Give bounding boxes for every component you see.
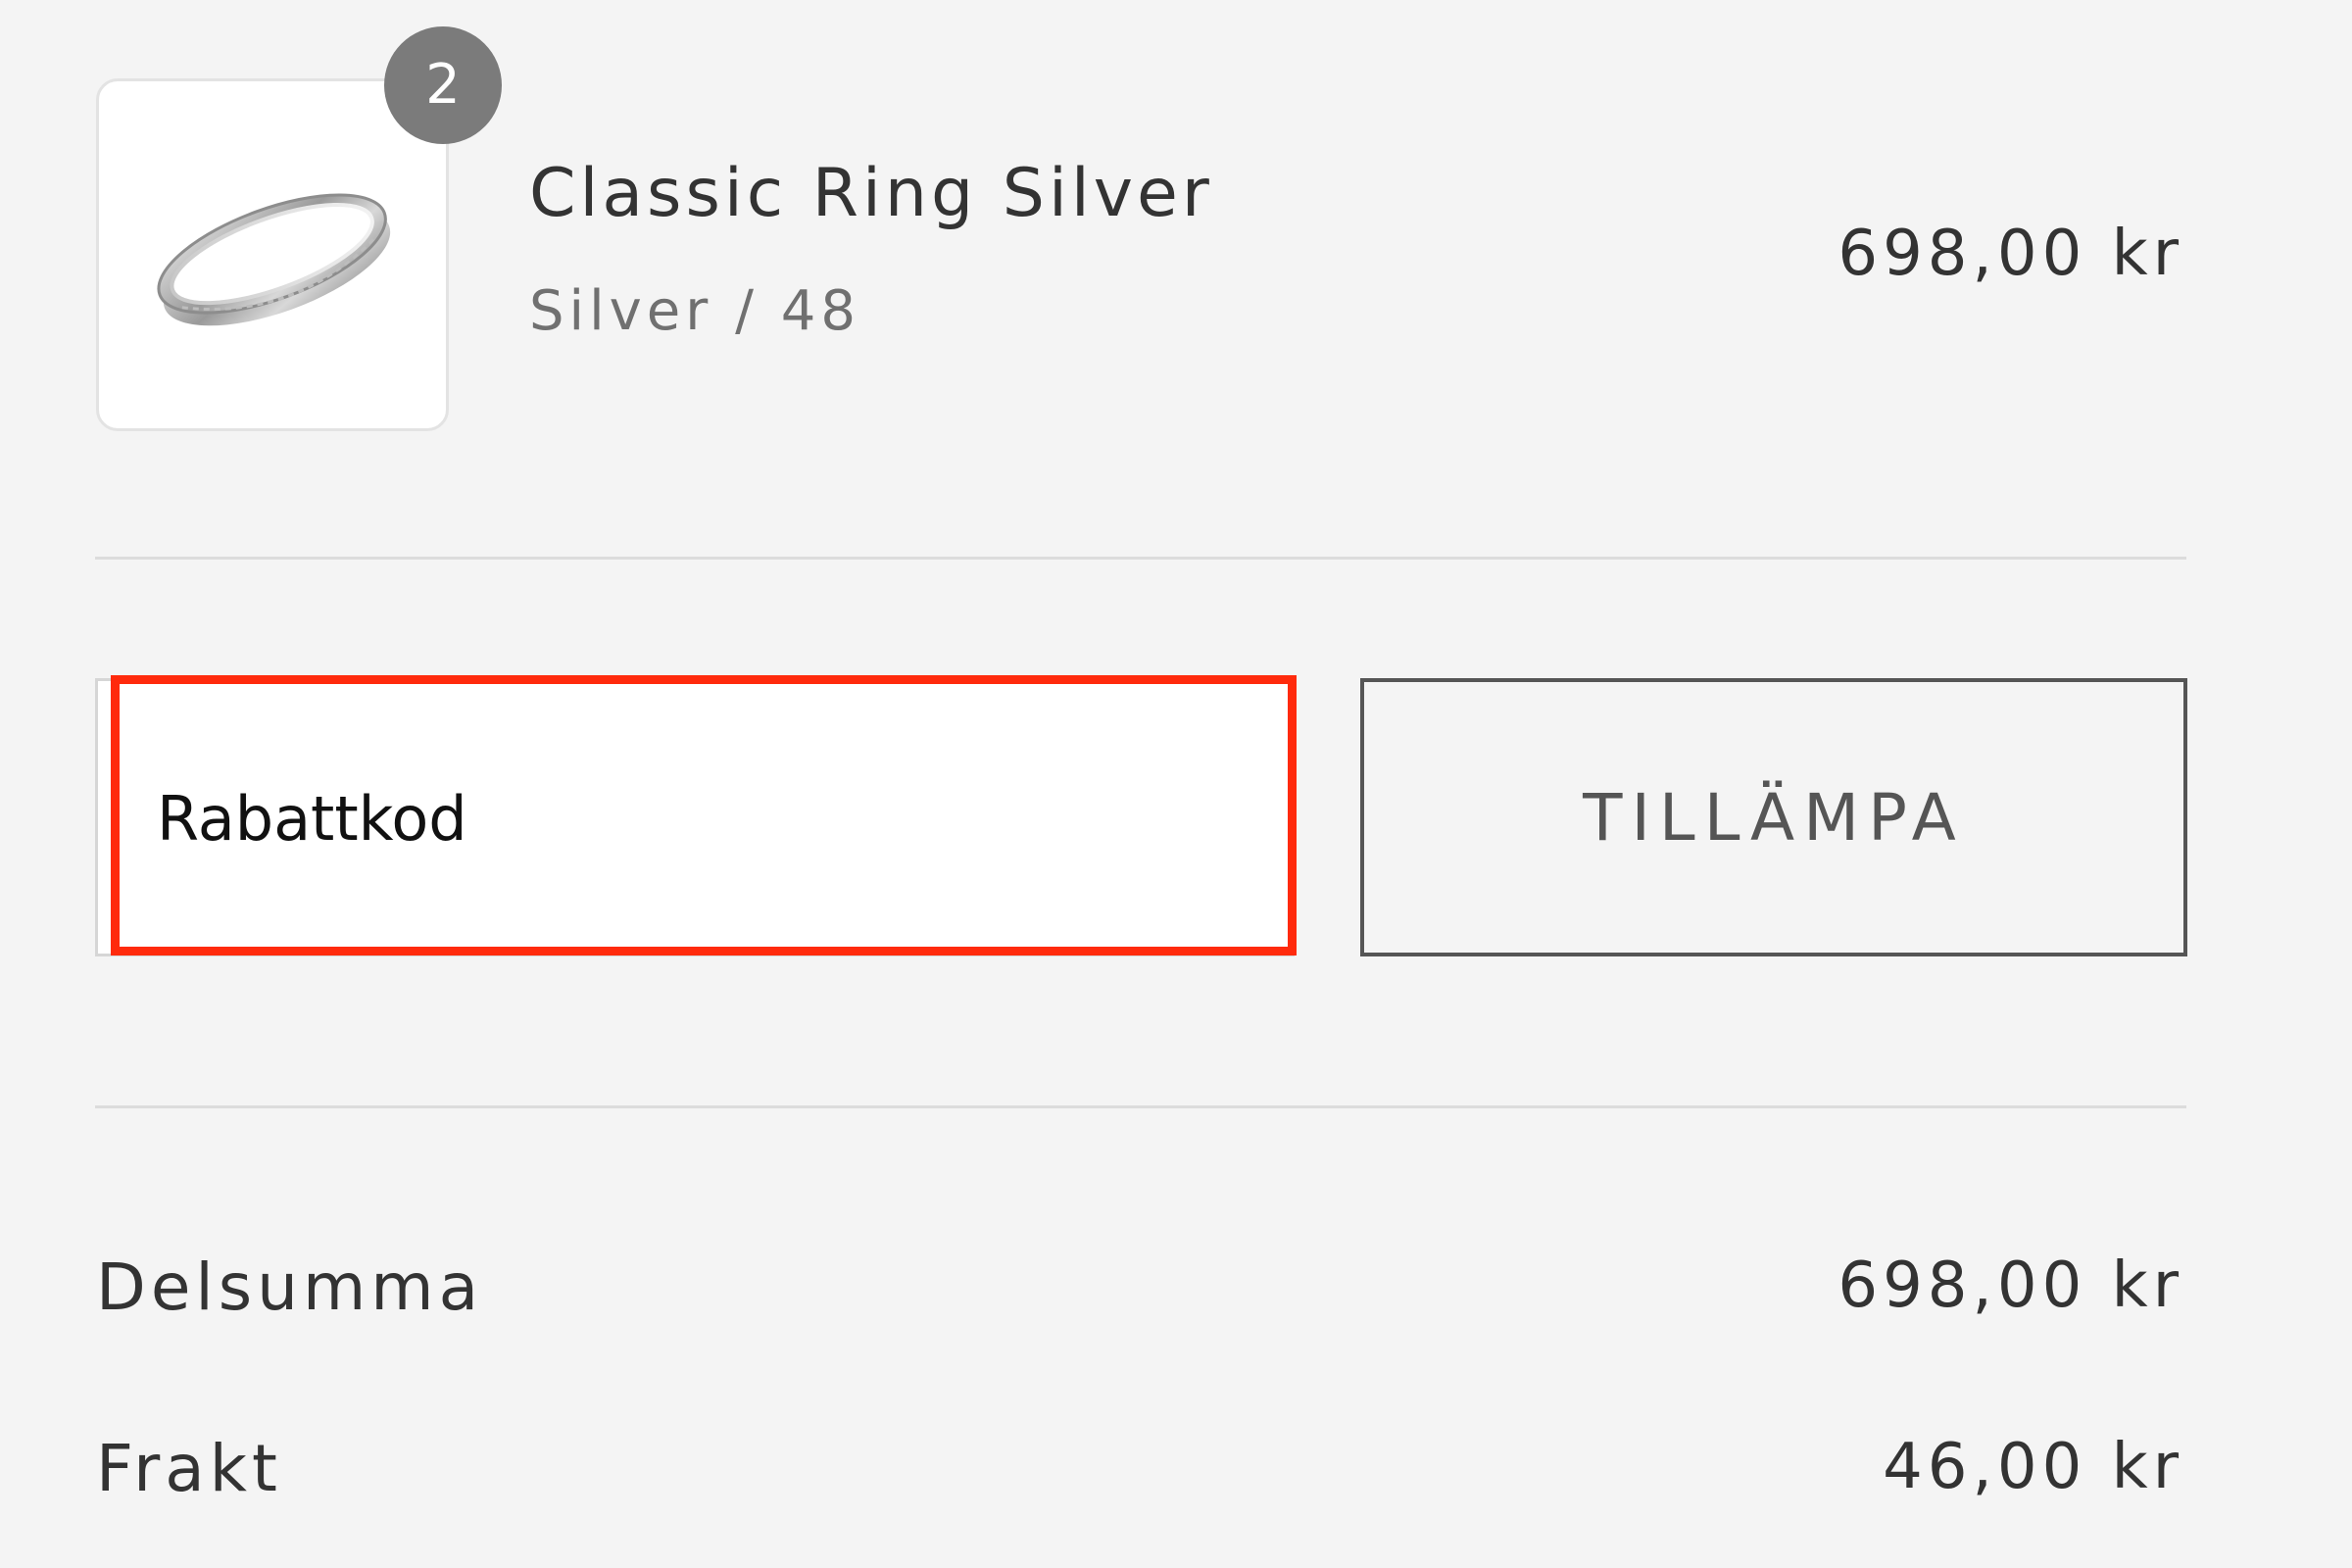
shipping-label: Frakt [96, 1431, 282, 1506]
discount-code-input[interactable] [157, 774, 1215, 862]
product-price: 698,00 kr [1838, 218, 2183, 290]
discount-code-field[interactable] [95, 675, 1297, 956]
divider [95, 1105, 2186, 1108]
subtotal-value: 698,00 kr [1838, 1250, 2183, 1322]
divider [95, 557, 2186, 560]
apply-discount-button[interactable]: TILLÄMPA [1360, 678, 2187, 956]
shipping-value: 46,00 kr [1883, 1431, 2183, 1503]
quantity-badge: 2 [384, 26, 502, 144]
silver-ring-image [157, 193, 391, 326]
product-thumbnail [96, 78, 449, 431]
subtotal-label: Delsumma [96, 1250, 484, 1325]
order-summary-panel: 2 Classic Ring Silver Silver / 48 698,00… [0, 0, 2352, 1568]
product-variant: Silver / 48 [529, 279, 861, 343]
product-name: Classic Ring Silver [529, 155, 1213, 232]
